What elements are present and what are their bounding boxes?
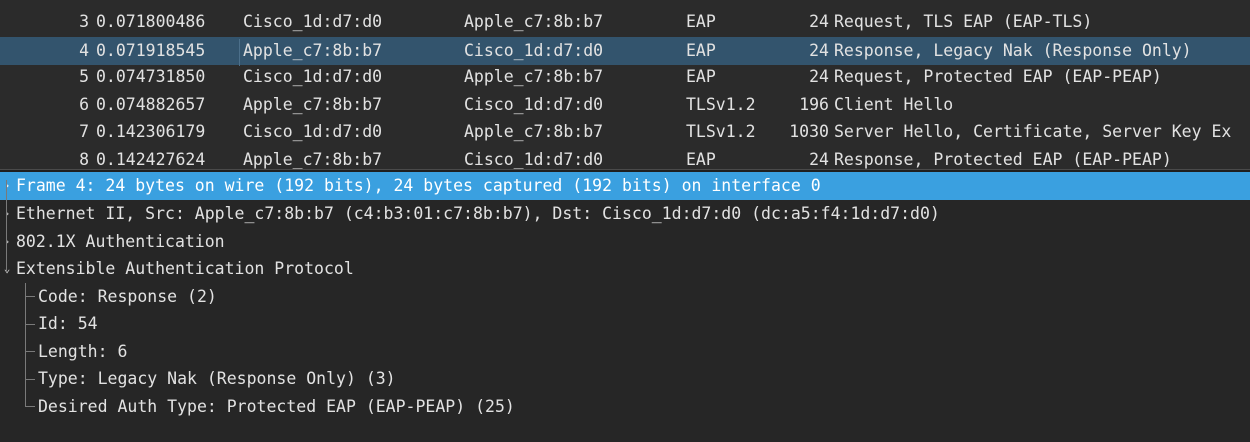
packet-info: Server Hello, Certificate, Server Key Ex (834, 122, 1232, 141)
packet-length: 1030 (789, 122, 829, 141)
expand-arrow-icon[interactable]: › (0, 200, 14, 228)
packet-destination: Apple_c7:8b:b7 (464, 12, 604, 31)
packet-row-4-selected[interactable]: 4 0.071918545 Apple_c7:8b:b7 Cisco_1d:d7… (0, 37, 1250, 65)
packet-source: Cisco_1d:d7:d0 (243, 122, 383, 141)
packet-destination: Apple_c7:8b:b7 (464, 122, 604, 141)
packet-number: 8 (79, 150, 89, 169)
tree-item-label: Type: Legacy Nak (Response Only) (3) (38, 369, 396, 388)
tree-guide-line (6, 180, 7, 272)
packet-source: Cisco_1d:d7:d0 (243, 12, 383, 31)
packet-protocol: EAP (686, 67, 716, 86)
packet-time: 0.142427624 (96, 150, 206, 169)
packet-info: Request, TLS EAP (EAP-TLS) (834, 12, 1093, 31)
expand-arrow-icon[interactable]: › (0, 228, 14, 256)
packet-length: 24 (809, 150, 829, 169)
packet-row-8[interactable]: 8 0.142427624 Apple_c7:8b:b7 Cisco_1d:d7… (0, 146, 1250, 170)
packet-time: 0.071800486 (96, 12, 206, 31)
packet-info: Response, Legacy Nak (Response Only) (834, 41, 1192, 60)
tree-item-eap-id[interactable]: Id: 54 (0, 310, 1250, 338)
packet-info: Client Hello (834, 95, 954, 114)
tree-item-label: Id: 54 (38, 314, 98, 333)
tree-item-label: Code: Response (2) (38, 287, 217, 306)
packet-details-tree: › Frame 4: 24 bytes on wire (192 bits), … (0, 172, 1250, 442)
packet-row-5[interactable]: 5 0.074731850 Cisco_1d:d7:d0 Apple_c7:8b… (0, 63, 1250, 91)
packet-length: 24 (809, 41, 829, 60)
packet-time: 0.071918545 (96, 41, 206, 60)
packet-list: 3 0.071800486 Cisco_1d:d7:d0 Apple_c7:8b… (0, 0, 1250, 170)
packet-time: 0.074731850 (96, 67, 206, 86)
tree-item-frame[interactable]: › Frame 4: 24 bytes on wire (192 bits), … (0, 172, 1250, 200)
packet-length: 24 (809, 67, 829, 86)
tree-item-label: 802.1X Authentication (16, 232, 225, 251)
packet-time: 0.142306179 (96, 122, 206, 141)
column-divider (239, 39, 240, 66)
tree-item-ethernet[interactable]: › Ethernet II, Src: Apple_c7:8b:b7 (c4:b… (0, 200, 1250, 228)
packet-destination: Apple_c7:8b:b7 (464, 67, 604, 86)
tree-item-label: Ethernet II, Src: Apple_c7:8b:b7 (c4:b3:… (16, 204, 940, 223)
packet-row-6[interactable]: 6 0.074882657 Apple_c7:8b:b7 Cisco_1d:d7… (0, 91, 1250, 119)
packet-source: Apple_c7:8b:b7 (243, 150, 383, 169)
packet-protocol: EAP (686, 150, 716, 169)
packet-length: 24 (809, 12, 829, 31)
packet-number: 3 (79, 12, 89, 31)
packet-source: Cisco_1d:d7:d0 (243, 67, 383, 86)
packet-length: 196 (799, 95, 829, 114)
packet-source: Apple_c7:8b:b7 (243, 95, 383, 114)
packet-info: Request, Protected EAP (EAP-PEAP) (834, 67, 1162, 86)
tree-item-label: Extensible Authentication Protocol (16, 259, 354, 278)
tree-item-eap-code[interactable]: Code: Response (2) (0, 283, 1250, 311)
packet-row-3[interactable]: 3 0.071800486 Cisco_1d:d7:d0 Apple_c7:8b… (0, 8, 1250, 36)
packet-destination: Cisco_1d:d7:d0 (464, 150, 604, 169)
packet-destination: Cisco_1d:d7:d0 (464, 95, 604, 114)
packet-number: 6 (79, 95, 89, 114)
wireshark-window: 3 0.071800486 Cisco_1d:d7:d0 Apple_c7:8b… (0, 0, 1250, 442)
tree-item-eap[interactable]: ⌄ Extensible Authentication Protocol (0, 255, 1250, 283)
packet-row-7[interactable]: 7 0.142306179 Cisco_1d:d7:d0 Apple_c7:8b… (0, 118, 1250, 146)
tree-item-eap-length[interactable]: Length: 6 (0, 338, 1250, 366)
packet-number: 5 (79, 67, 89, 86)
expand-arrow-icon[interactable]: › (0, 172, 14, 200)
packet-destination: Cisco_1d:d7:d0 (464, 41, 604, 60)
packet-time: 0.074882657 (96, 95, 206, 114)
packet-info: Response, Protected EAP (EAP-PEAP) (834, 150, 1172, 169)
tree-item-label: Frame 4: 24 bytes on wire (192 bits), 24… (16, 176, 821, 195)
tree-item-label: Desired Auth Type: Protected EAP (EAP-PE… (38, 397, 515, 416)
tree-item-8021x[interactable]: › 802.1X Authentication (0, 228, 1250, 256)
packet-number: 4 (79, 41, 89, 60)
collapse-arrow-icon[interactable]: ⌄ (0, 255, 14, 283)
tree-item-eap-desired-auth[interactable]: Desired Auth Type: Protected EAP (EAP-PE… (0, 393, 1250, 421)
packet-protocol: EAP (686, 12, 716, 31)
packet-protocol: EAP (686, 41, 716, 60)
tree-item-eap-type[interactable]: Type: Legacy Nak (Response Only) (3) (0, 365, 1250, 393)
tree-item-label: Length: 6 (38, 342, 128, 361)
packet-number: 7 (79, 122, 89, 141)
packet-source: Apple_c7:8b:b7 (243, 41, 383, 60)
